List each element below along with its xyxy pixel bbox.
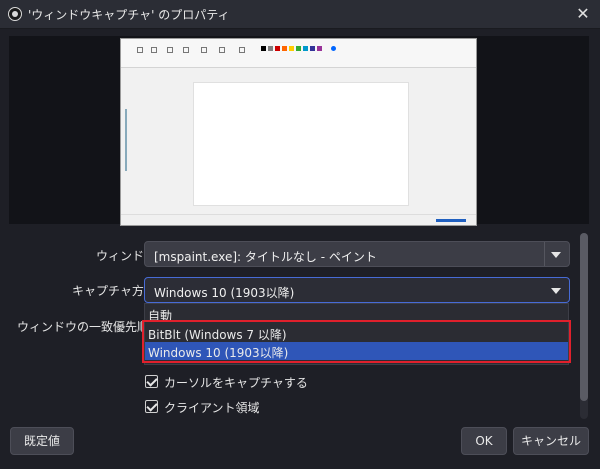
color-swatch [310, 46, 315, 51]
color-swatch [261, 46, 266, 51]
tool-icon [219, 47, 225, 53]
color-swatch [296, 46, 301, 51]
cancel-button[interactable]: キャンセル [513, 427, 589, 455]
client-area-checkbox[interactable] [145, 400, 158, 413]
chevron-down-icon [551, 288, 561, 294]
capture-method-select[interactable]: Windows 10 (1903以降) [144, 277, 570, 303]
paint-scroll [125, 109, 127, 171]
color-swatch [268, 46, 273, 51]
tool-icon [201, 47, 207, 53]
capture-cursor-checkbox[interactable] [145, 375, 158, 388]
color-swatch [303, 46, 308, 51]
capture-method-value: Windows 10 (1903以降) [154, 286, 295, 300]
zoom-slider [436, 219, 466, 222]
tool-icon [167, 47, 173, 53]
annotation-highlight-box [142, 320, 571, 363]
tool-icon [239, 47, 245, 53]
close-button[interactable]: ✕ [572, 3, 594, 25]
color-wheel-icon [331, 46, 336, 51]
paint-status-bar [121, 214, 476, 225]
obs-logo-icon [8, 7, 22, 21]
color-swatch [275, 46, 280, 51]
tool-icon [137, 47, 143, 53]
color-swatch [289, 46, 294, 51]
combo-separator [544, 242, 545, 266]
client-area-label: クライアント領域 [164, 401, 260, 415]
title-bar: 'ウィンドウキャプチャ' のプロパティ ✕ [0, 0, 600, 29]
paint-canvas [193, 82, 409, 206]
tool-icon [151, 47, 157, 53]
scrollbar-thumb[interactable] [580, 233, 588, 401]
window-select-value: [mspaint.exe]: タイトルなし - ペイント [154, 250, 377, 264]
tool-icon [183, 47, 189, 53]
color-swatch [282, 46, 287, 51]
window-select[interactable]: [mspaint.exe]: タイトルなし - ペイント [144, 241, 570, 267]
capture-cursor-label: カーソルをキャプチャする [164, 376, 308, 390]
window-title: 'ウィンドウキャプチャ' のプロパティ [28, 8, 230, 22]
ok-button[interactable]: OK [461, 427, 507, 455]
chevron-down-icon [551, 252, 561, 258]
mspaint-window-thumbnail [120, 38, 477, 226]
color-swatch [317, 46, 322, 51]
priority-label: ウィンドウの一致優先順位 [17, 320, 162, 334]
defaults-button[interactable]: 既定値 [10, 427, 74, 455]
paint-ribbon [121, 39, 476, 68]
